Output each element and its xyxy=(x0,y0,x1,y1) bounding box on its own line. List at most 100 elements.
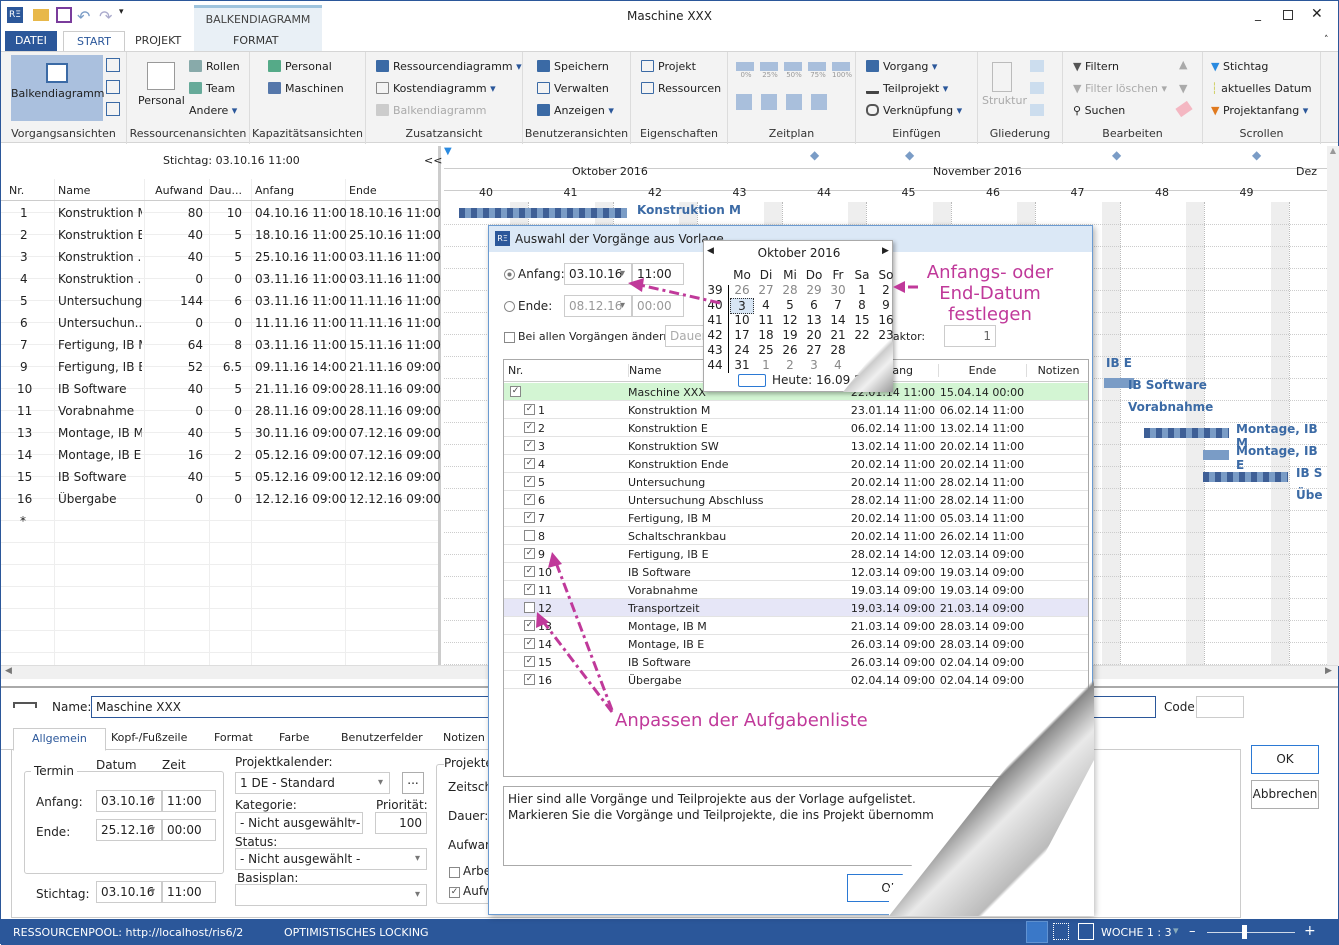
grid-cell[interactable]: 9 xyxy=(20,360,28,374)
grid-cell[interactable]: 10 xyxy=(227,206,242,220)
minimize-icon[interactable]: _ xyxy=(1255,7,1261,21)
down-arrow-icon[interactable]: ▼ xyxy=(1179,82,1187,95)
zoom-out-button[interactable]: – xyxy=(1189,924,1196,939)
zoom-slider[interactable] xyxy=(1207,932,1295,933)
calendar-day[interactable]: 4 xyxy=(826,358,850,372)
column-header-3[interactable]: Dau... xyxy=(209,184,242,197)
progress-2-button[interactable]: 50% xyxy=(784,62,804,90)
gantt-bar[interactable] xyxy=(1203,472,1288,482)
calendar-day[interactable]: 8 xyxy=(850,298,874,312)
column-header-4[interactable]: Anfang xyxy=(255,184,294,197)
grid-cell[interactable]: Untersuchung xyxy=(58,294,142,308)
grid-cell[interactable]: Montage, IB M xyxy=(58,426,142,440)
grid-cell[interactable]: 09.11.16 14:00 xyxy=(255,360,347,374)
calendar-day[interactable]: 5 xyxy=(778,298,802,312)
anfang-date-picker[interactable]: 03.10.16 xyxy=(96,790,162,812)
gantt-bar[interactable] xyxy=(1203,450,1229,460)
row-checkbox[interactable]: ✓ xyxy=(524,656,535,667)
zoom-in-button[interactable]: + xyxy=(1304,923,1316,939)
grid-cell[interactable]: Konstruktion ... xyxy=(58,250,142,264)
progress-3-button[interactable]: 75% xyxy=(808,62,828,90)
rollen-button[interactable]: Rollen xyxy=(189,60,240,73)
details-tab-1[interactable]: Kopf-/Fußzeile xyxy=(111,728,187,751)
details-tab-3[interactable]: Farbe xyxy=(279,728,309,751)
calendar-day[interactable]: 30 xyxy=(826,283,850,297)
faktor-input[interactable]: 1 xyxy=(944,325,996,347)
grid-cell[interactable]: 1 xyxy=(20,206,28,220)
column-header-0[interactable]: Nr. xyxy=(9,184,24,197)
grid-cell[interactable]: 28.11.16 09:00 xyxy=(349,382,441,396)
capacity-view-icon[interactable] xyxy=(1078,923,1094,940)
filter-loeschen-button[interactable]: ▼ Filter löschen ▾ xyxy=(1073,82,1167,95)
grid-cell[interactable]: 40 xyxy=(188,470,203,484)
calendar-day[interactable]: 24 xyxy=(730,343,754,357)
gantt-view-icon[interactable] xyxy=(1026,921,1048,943)
tab-datei[interactable]: DATEI xyxy=(5,31,57,51)
row-checkbox[interactable]: ✓ xyxy=(524,404,535,415)
grid-cell[interactable]: 25.10.16 11:00 xyxy=(349,228,441,242)
grid-cell[interactable]: 0 xyxy=(195,492,203,506)
grid-cell[interactable]: 28.11.16 09:00 xyxy=(349,404,441,418)
calendar-day[interactable]: 22 xyxy=(850,328,874,342)
maximize-icon[interactable] xyxy=(1283,10,1293,20)
grid-cell[interactable]: 144 xyxy=(180,294,203,308)
grid-cell[interactable]: IB Software xyxy=(58,470,142,484)
table-row[interactable]: ✓ 7 Fertigung, IB M 20.02.14 11:00 05.03.14 … xyxy=(504,509,1088,527)
suchen-button[interactable]: ⚲ Suchen xyxy=(1073,104,1125,117)
calendar-day[interactable]: 15 xyxy=(850,313,874,327)
kategorie-select[interactable]: - Nicht ausgewählt - xyxy=(235,812,363,834)
up-arrow-icon[interactable]: ▲ xyxy=(1179,58,1187,71)
grid-cell[interactable]: 12.12.16 09:00 xyxy=(349,492,441,506)
row-checkbox[interactable]: ✓ xyxy=(524,584,535,595)
kalender-more-button[interactable]: ... xyxy=(402,772,424,794)
grid-cell[interactable]: 0 xyxy=(195,272,203,286)
calendar-day[interactable]: 25 xyxy=(754,343,778,357)
grid-cell[interactable]: 52 xyxy=(188,360,203,374)
resource-view-icon[interactable] xyxy=(1053,923,1069,940)
grid-cell[interactable]: 12.12.16 09:00 xyxy=(349,470,441,484)
grid-cell[interactable]: 13 xyxy=(17,426,32,440)
details-tab-0[interactable]: Allgemein xyxy=(13,728,106,751)
table-row[interactable]: ✓ 9 Fertigung, IB E 28.02.14 14:00 12.03.14 … xyxy=(504,545,1088,563)
grid-cell[interactable]: 16 xyxy=(188,448,203,462)
aktuelles-datum-button[interactable]: ┆ aktuelles Datum xyxy=(1211,82,1312,95)
grid-cell[interactable]: 0 xyxy=(234,272,242,286)
grid-cell[interactable]: Fertigung, IB M xyxy=(58,338,142,352)
calendar-day[interactable]: 9 xyxy=(874,298,898,312)
calendar-day[interactable]: 7 xyxy=(826,298,850,312)
outline-tools-icons[interactable] xyxy=(1030,60,1044,120)
row-checkbox[interactable]: ✓ xyxy=(524,620,535,631)
calendar-day[interactable]: 18 xyxy=(754,328,778,342)
tab-format[interactable]: FORMAT xyxy=(223,31,289,51)
teilprojekt-button[interactable]: Teilprojekt ▾ xyxy=(866,82,948,95)
calendar-day[interactable]: 26 xyxy=(730,283,754,297)
grid-cell[interactable]: 5 xyxy=(234,228,242,242)
grid-cell[interactable]: 21.11.16 09:00 xyxy=(349,360,441,374)
collapse-ribbon-icon[interactable]: ˄ xyxy=(1324,35,1329,45)
today-marker[interactable] xyxy=(738,374,766,387)
kap-personal-button[interactable]: Personal xyxy=(268,60,332,73)
calendar-day[interactable]: 10 xyxy=(730,313,754,327)
details-tab-2[interactable]: Format xyxy=(214,728,253,751)
calendar-day[interactable]: 29 xyxy=(802,283,826,297)
calendar-day[interactable]: 12 xyxy=(778,313,802,327)
grid-cell[interactable]: 10 xyxy=(17,382,32,396)
column-header-4[interactable]: Notizen xyxy=(1026,364,1088,377)
row-checkbox[interactable]: ✓ xyxy=(524,674,535,685)
calendar-day[interactable]: 27 xyxy=(754,283,778,297)
grid-cell[interactable]: 5 xyxy=(234,426,242,440)
grid-cell[interactable]: 2 xyxy=(234,448,242,462)
kostendiagramm-button[interactable]: Kostendiagramm ▾ xyxy=(376,82,496,95)
grid-cell[interactable]: 21.11.16 09:00 xyxy=(255,382,347,396)
calendar-day[interactable]: 11 xyxy=(754,313,778,327)
grid-cell[interactable]: 28.11.16 09:00 xyxy=(255,404,347,418)
speichern-button[interactable]: Speichern xyxy=(537,60,609,73)
row-checkbox[interactable]: ✓ xyxy=(524,638,535,649)
calendar-day[interactable]: 26 xyxy=(778,343,802,357)
projektanfang-button[interactable]: ▼ Projektanfang ▾ xyxy=(1211,104,1308,117)
grid-cell[interactable]: 40 xyxy=(188,228,203,242)
team-button[interactable]: Team xyxy=(189,82,235,95)
grid-cell[interactable]: 6.5 xyxy=(223,360,242,374)
filtern-button[interactable]: ▼ Filtern xyxy=(1073,60,1119,73)
calendar-day[interactable]: 6 xyxy=(802,298,826,312)
